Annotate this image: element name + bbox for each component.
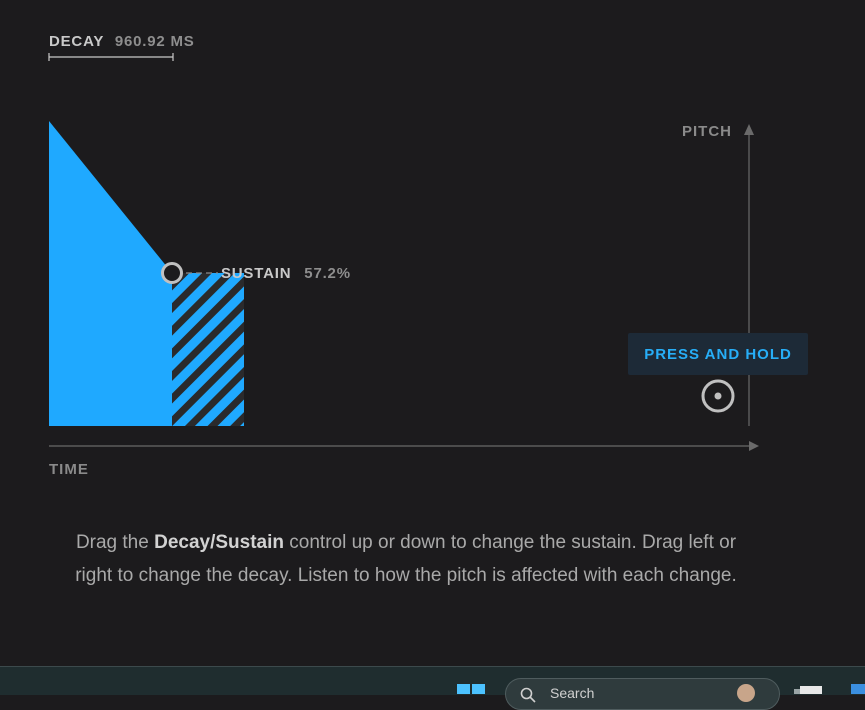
avatar	[737, 684, 755, 702]
sustain-value: 57.2%	[304, 265, 351, 282]
decay-area	[49, 121, 172, 426]
instructions-bold: Decay/Sustain	[154, 532, 284, 553]
app-icon[interactable]	[848, 684, 865, 694]
instructions-text: Drag the Decay/Sustain control up or dow…	[60, 527, 752, 592]
press-and-hold-button[interactable]: PRESS AND HOLD	[628, 333, 808, 375]
envelope-demo-panel: DECAY 960.92 MS SUSTAIN 57.2% PITCH TIME…	[0, 0, 865, 668]
sustain-area	[172, 273, 244, 426]
taskbar-search-box[interactable]: Search	[505, 678, 780, 710]
time-axis-label: TIME	[49, 461, 89, 478]
file-explorer-icon[interactable]	[792, 686, 824, 694]
time-axis-arrow-icon	[749, 441, 759, 451]
instructions-part1: Drag the	[75, 532, 155, 553]
sustain-readout: SUSTAIN 57.2%	[221, 265, 351, 282]
windows-start-icon[interactable]	[456, 684, 486, 694]
search-text: Search	[550, 685, 595, 701]
decay-sustain-handle[interactable]	[161, 262, 183, 284]
pitch-axis-arrow-icon	[744, 124, 754, 135]
target-icon[interactable]	[701, 379, 735, 413]
sustain-label: SUSTAIN	[221, 265, 292, 282]
search-icon	[520, 687, 536, 703]
pitch-axis-label: PITCH	[682, 123, 732, 140]
